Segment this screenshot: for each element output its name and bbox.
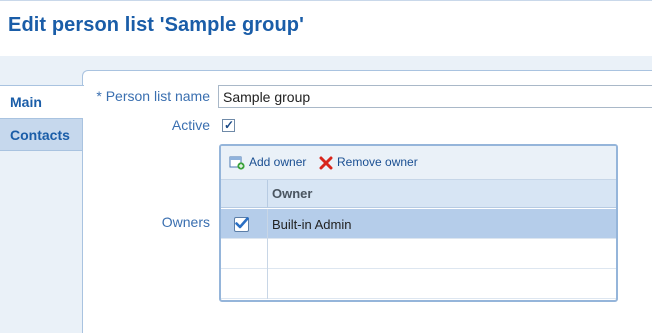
tab-main[interactable]: Main (0, 85, 84, 118)
owners-label: Owners (161, 214, 210, 230)
active-label: Active (171, 117, 210, 133)
add-user-icon (229, 156, 245, 170)
page-header: Edit person list 'Sample group' (0, 0, 652, 56)
owner-column-header[interactable]: Owner (272, 186, 312, 201)
checkmark-icon: ✓ (224, 118, 235, 132)
row-select-cell (221, 209, 268, 239)
select-column-header (221, 180, 268, 208)
person-list-name-label-text: Person list name (105, 88, 210, 104)
owners-toolbar: Add owner Remove owner (221, 146, 616, 180)
edit-person-list-page: Edit person list 'Sample group' Main Con… (0, 0, 652, 333)
table-row[interactable] (221, 239, 616, 269)
remove-owner-label: Remove owner (337, 155, 418, 169)
remove-owner-button[interactable]: Remove owner (319, 155, 418, 170)
active-checkbox[interactable]: ✓ (222, 118, 235, 132)
owners-grid: Add owner Remove owner Owner Built-in Ad… (219, 144, 618, 302)
tabs-column (0, 151, 82, 333)
row-select-cell (221, 239, 268, 269)
checkmark-icon (235, 217, 249, 229)
tab-contacts[interactable]: Contacts (0, 118, 83, 151)
row-select-cell (221, 269, 268, 299)
owner-cell: Built-in Admin (272, 217, 352, 232)
table-row[interactable] (221, 269, 616, 299)
add-owner-button[interactable]: Add owner (229, 155, 306, 170)
remove-x-icon (319, 156, 333, 170)
required-marker: * (96, 88, 106, 104)
row-checkbox[interactable] (234, 217, 249, 232)
add-owner-label: Add owner (249, 155, 307, 169)
tab-contacts-label: Contacts (10, 127, 70, 143)
tab-main-label: Main (10, 94, 42, 110)
owners-grid-header: Owner (221, 180, 616, 208)
page-title: Edit person list 'Sample group' (8, 14, 304, 36)
person-list-name-label: * Person list name (96, 88, 210, 104)
person-list-name-input[interactable] (218, 85, 652, 108)
table-row[interactable]: Built-in Admin (221, 209, 616, 239)
